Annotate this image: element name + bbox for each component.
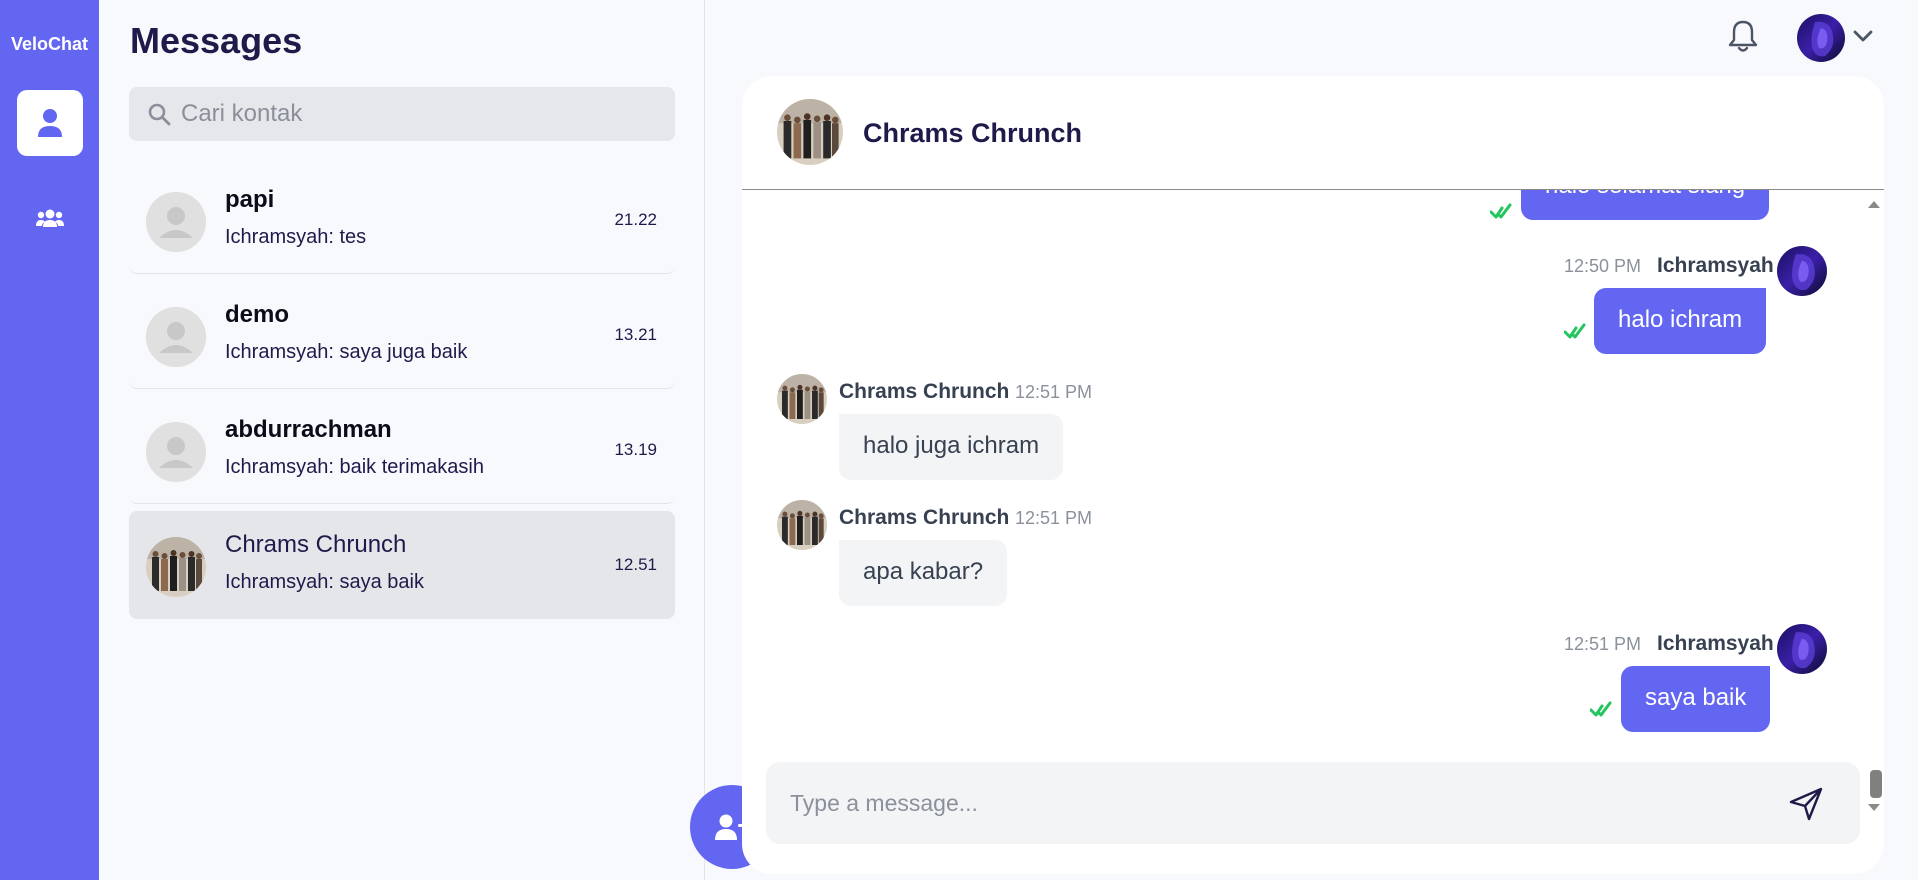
search-bar[interactable]	[129, 87, 675, 141]
contact-time: 13.21	[614, 325, 657, 344]
avatar	[777, 99, 843, 165]
read-receipt-icon	[1590, 698, 1612, 720]
scroll-up-icon[interactable]	[1866, 198, 1882, 210]
search-input[interactable]	[181, 100, 661, 128]
contact-last-message: Ichramsyah: saya baik	[225, 571, 424, 593]
scroll-down-icon[interactable]	[1866, 802, 1882, 814]
contact-item-chrams-chrunch[interactable]: Chrams Chrunch Ichramsyah: saya baik 12.…	[129, 511, 675, 619]
message-bubble: halo juga ichram	[839, 414, 1064, 480]
contact-time: 13.19	[614, 440, 657, 459]
contact-item-demo[interactable]: demo Ichramsyah: saya juga baik 13.21	[129, 281, 675, 389]
chat-window: Chrams Chrunch halo selamat siang 12:50 …	[742, 76, 1884, 874]
notifications-button[interactable]	[1726, 18, 1760, 59]
message-sender: Ichramsyah	[1657, 254, 1774, 277]
message-input[interactable]	[790, 784, 1750, 822]
message-sender: Chrams Chrunch	[839, 380, 1010, 403]
avatar	[146, 192, 206, 252]
chat-header: Chrams Chrunch	[742, 76, 1884, 190]
chat-contact-name: Chrams Chrunch	[863, 118, 1083, 148]
avatar	[146, 422, 206, 482]
message-bubble: saya baik	[1621, 666, 1771, 732]
users-icon	[36, 209, 64, 227]
avatar	[146, 537, 206, 597]
read-receipt-icon	[1564, 320, 1586, 342]
message-sender: Ichramsyah	[1657, 632, 1774, 655]
message-time: 12:51 PM	[1564, 634, 1642, 654]
rail-item-contacts[interactable]	[17, 90, 83, 156]
contact-last-message: Ichramsyah: baik terimakasih	[225, 456, 484, 478]
profile-avatar[interactable]	[1797, 14, 1845, 62]
avatar	[146, 307, 206, 367]
contact-name: Chrams Chrunch	[225, 531, 407, 558]
message-time: 12:51 PM	[1015, 382, 1093, 402]
contact-name: papi	[225, 186, 275, 213]
contact-last-message: Ichramsyah: tes	[225, 226, 367, 248]
contact-item-abdurrachman[interactable]: abdurrachman Ichramsyah: baik terimakasi…	[129, 396, 675, 504]
scrollbar-thumb[interactable]	[1870, 770, 1882, 798]
message-sender: Chrams Chrunch	[839, 506, 1010, 529]
contact-time: 12.51	[614, 555, 657, 574]
avatar	[777, 374, 827, 424]
message-list[interactable]: halo selamat siang 12:50 PM Ichramsyah h…	[742, 190, 1884, 806]
message-composer	[766, 762, 1860, 844]
search-icon	[148, 103, 171, 126]
message-time: 12:50 PM	[1564, 256, 1642, 276]
contact-last-message: Ichramsyah: saya juga baik	[225, 341, 468, 363]
chevron-down-icon	[1853, 30, 1873, 42]
brand-logo: VeloChat	[10, 34, 89, 54]
send-icon	[1789, 787, 1823, 821]
contact-item-papi[interactable]: papi Ichramsyah: tes 21.22	[129, 166, 675, 274]
contact-time: 21.22	[614, 210, 657, 229]
avatar	[1777, 624, 1827, 674]
user-icon	[38, 109, 62, 137]
contact-name: demo	[225, 301, 290, 328]
message-bubble: apa kabar?	[839, 540, 1008, 606]
contacts-panel: Messages papi Ichramsyah: tes 21.22 demo…	[99, 0, 774, 880]
page-title: Messages	[130, 20, 303, 61]
send-button[interactable]	[1786, 784, 1826, 824]
message-time: 12:51 PM	[1015, 508, 1093, 528]
bell-icon	[1728, 20, 1758, 52]
read-receipt-icon	[1490, 200, 1512, 222]
nav-rail: VeloChat	[0, 0, 99, 880]
avatar	[777, 500, 827, 550]
contact-name: abdurrachman	[225, 416, 392, 443]
rail-item-groups[interactable]	[17, 185, 83, 251]
profile-menu-toggle[interactable]	[1852, 28, 1874, 49]
avatar	[1777, 246, 1827, 296]
message-bubble: halo ichram	[1594, 288, 1767, 354]
message-bubble: halo selamat siang	[1521, 190, 1770, 220]
